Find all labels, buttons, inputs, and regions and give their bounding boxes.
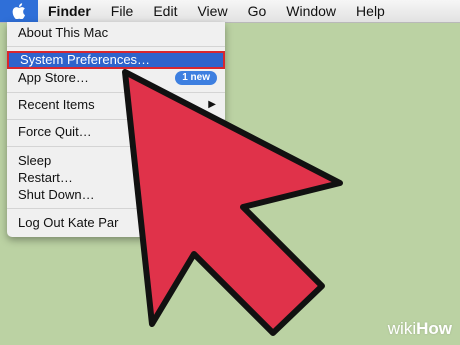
pointer-cursor-icon	[122, 69, 343, 336]
wikihow-watermark: wikiHow	[388, 319, 452, 339]
watermark-how: How	[416, 319, 452, 338]
watermark-wiki: wiki	[387, 319, 417, 338]
